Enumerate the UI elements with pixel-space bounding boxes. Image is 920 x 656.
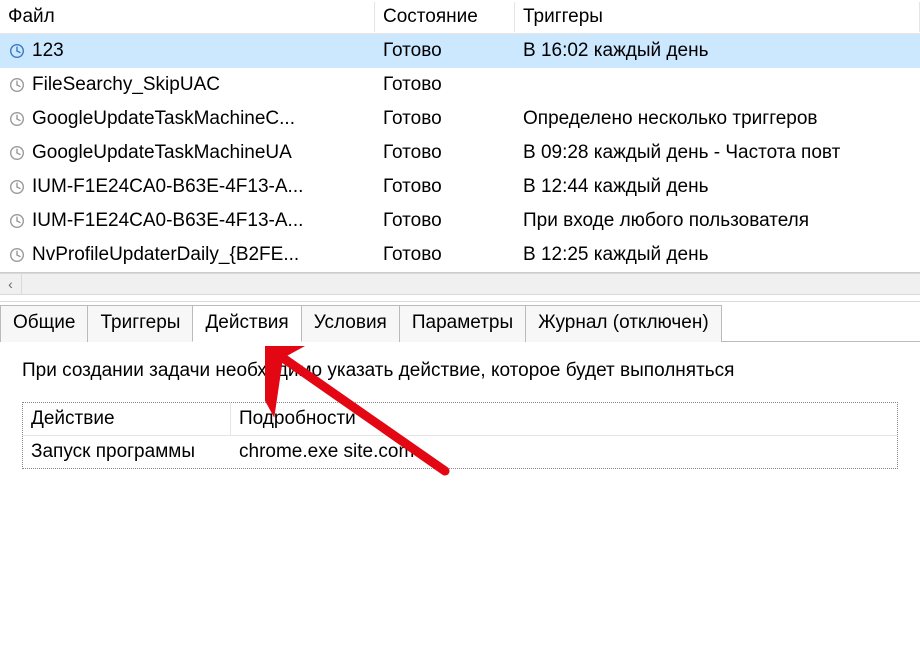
task-name: 123 [32, 40, 64, 62]
task-trigger: В 12:25 каждый день [515, 242, 920, 268]
clock-icon [8, 76, 26, 94]
scroll-left-button[interactable]: ‹ [0, 274, 22, 294]
task-name: NvProfileUpdaterDaily_{B2FE... [32, 244, 299, 266]
col-header-file[interactable]: Файл [0, 2, 375, 32]
task-name: IUM-F1E24CA0-B63E-4F13-A... [32, 210, 303, 232]
tab-actions[interactable]: Действия [192, 305, 301, 342]
task-list-header: Файл Состояние Триггеры [0, 0, 920, 34]
clock-icon [8, 246, 26, 264]
task-trigger: При входе любого пользователя [515, 208, 920, 234]
tab-content-actions: При создании задачи необходимо указать д… [0, 342, 920, 481]
task-state: Готово [375, 72, 515, 98]
task-row[interactable]: NvProfileUpdaterDaily_{B2FE... ГотовоВ 12… [0, 238, 920, 272]
chevron-left-icon: ‹ [8, 276, 13, 292]
col-header-triggers[interactable]: Триггеры [515, 2, 920, 32]
task-list: Файл Состояние Триггеры 123ГотовоВ 16:02… [0, 0, 920, 273]
task-trigger: В 16:02 каждый день [515, 38, 920, 64]
task-name: FileSearchy_SkipUAC [32, 74, 220, 96]
task-state: Готово [375, 242, 515, 268]
tab-conditions[interactable]: Условия [301, 305, 400, 342]
task-state: Готово [375, 174, 515, 200]
clock-icon [8, 42, 26, 60]
tab-general[interactable]: Общие [0, 305, 88, 342]
task-row[interactable]: IUM-F1E24CA0-B63E-4F13-A... ГотовоВ 12:44… [0, 170, 920, 204]
task-state: Готово [375, 106, 515, 132]
task-state: Готово [375, 38, 515, 64]
action-row[interactable]: Запуск программыchrome.exe site.com [23, 436, 897, 468]
tab-history[interactable]: Журнал (отключен) [525, 305, 722, 342]
pane-splitter[interactable] [0, 295, 920, 302]
actions-table[interactable]: Действие Подробности Запуск программыchr… [22, 402, 898, 469]
task-row[interactable]: IUM-F1E24CA0-B63E-4F13-A... ГотовоПри вхо… [0, 204, 920, 238]
task-trigger: В 12:44 каждый день [515, 174, 920, 200]
task-row[interactable]: GoogleUpdateTaskMachineC... ГотовоОпредел… [0, 102, 920, 136]
clock-icon [8, 178, 26, 196]
clock-icon [8, 144, 26, 162]
tab-settings[interactable]: Параметры [399, 305, 526, 342]
task-state: Готово [375, 140, 515, 166]
task-trigger [515, 83, 920, 87]
task-name: IUM-F1E24CA0-B63E-4F13-A... [32, 176, 303, 198]
task-row[interactable]: GoogleUpdateTaskMachineUA ГотовоВ 09:28 к… [0, 136, 920, 170]
horizontal-scrollbar[interactable]: ‹ [0, 273, 920, 295]
actions-col-action[interactable]: Действие [23, 403, 231, 436]
task-name: GoogleUpdateTaskMachineUA [32, 142, 292, 164]
task-row[interactable]: FileSearchy_SkipUAC Готово [0, 68, 920, 102]
action-type: Запуск программы [23, 436, 231, 468]
task-name: GoogleUpdateTaskMachineC... [32, 108, 295, 130]
actions-table-header: Действие Подробности [23, 403, 897, 436]
tab-bar: Общие Триггеры Действия Условия Параметр… [0, 302, 920, 342]
actions-col-details[interactable]: Подробности [231, 403, 897, 436]
clock-icon [8, 212, 26, 230]
actions-instruction: При создании задачи необходимо указать д… [22, 360, 898, 382]
task-row[interactable]: 123 ГотовоВ 16:02 каждый день [0, 34, 920, 68]
task-state: Готово [375, 208, 515, 234]
clock-icon [8, 110, 26, 128]
col-header-state[interactable]: Состояние [375, 2, 515, 32]
task-trigger: Определено несколько триггеров [515, 106, 920, 132]
tab-triggers[interactable]: Триггеры [87, 305, 193, 342]
action-details: chrome.exe site.com [231, 436, 897, 468]
task-trigger: В 09:28 каждый день - Частота повт [515, 140, 920, 166]
